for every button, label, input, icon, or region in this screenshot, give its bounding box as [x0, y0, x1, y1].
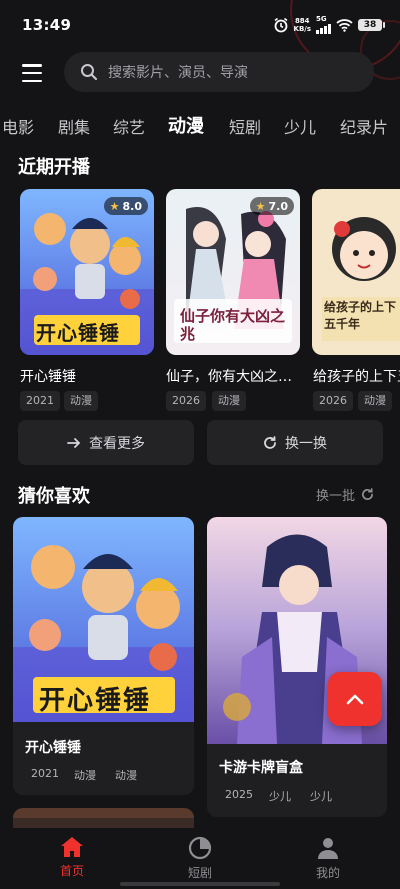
- refresh-button[interactable]: 换一换: [207, 420, 383, 465]
- change-batch-label: 换一批: [316, 489, 356, 504]
- nav-short-drama[interactable]: 短剧: [160, 836, 240, 881]
- chevron-up-icon: [346, 694, 364, 705]
- status-bar: 13:49 884 KB/s 5G 38: [0, 0, 400, 48]
- network-speed: 884 KB/s: [294, 17, 311, 33]
- view-more-button[interactable]: 查看更多: [18, 420, 194, 465]
- home-icon: [61, 837, 83, 857]
- poster-text: 仙子你有大凶之兆: [180, 307, 286, 343]
- rating-badge: ★ 8.0: [103, 197, 148, 215]
- nav-home-label: 首页: [59, 864, 84, 878]
- network-speed-unit: KB/s: [293, 24, 311, 33]
- user-icon: [318, 838, 338, 859]
- poster-text: 给孩子的上下五千年: [324, 300, 397, 331]
- change-batch-button[interactable]: 换一批: [316, 485, 374, 504]
- poster-text: 开心锤锤: [39, 686, 152, 716]
- star-icon: ★: [109, 199, 120, 213]
- refresh-icon: [264, 435, 276, 449]
- nav-profile[interactable]: 我的: [288, 836, 368, 881]
- nav-short-drama-label: 短剧: [187, 866, 212, 880]
- scroll-top-button[interactable]: [328, 672, 382, 726]
- recommend-card[interactable]: 开心锤锤 开心锤锤 2021 动漫 动漫: [13, 517, 194, 795]
- poster-card[interactable]: 仙子你有大凶之兆 ★ 7.0: [166, 189, 300, 355]
- category-tabs: 电影 剧集 综艺 动漫 短剧 少儿 纪录片: [0, 110, 400, 140]
- rating-badge: ★ 7.0: [249, 197, 294, 215]
- genre-tag: 动漫: [358, 391, 392, 411]
- home-indicator: [120, 882, 280, 886]
- status-icons: 884 KB/s 5G 38: [273, 15, 385, 34]
- genre-tag: 动漫: [74, 769, 96, 782]
- status-time: 13:49: [22, 16, 72, 34]
- bottom-nav: 首页 短剧 我的: [0, 828, 400, 889]
- signal-type: 5G: [316, 15, 327, 23]
- poster-card[interactable]: 给孩子的上下五千年: [312, 189, 400, 355]
- battery-indicator: 38: [358, 18, 385, 31]
- nav-home[interactable]: 首页: [32, 836, 112, 879]
- poster-card[interactable]: 开心锤锤 ★ 8.0: [20, 189, 154, 355]
- alarm-icon: [274, 17, 288, 32]
- search-placeholder: 搜索影片、演员、导演: [108, 65, 248, 81]
- search-input[interactable]: 搜索影片、演员、导演: [64, 52, 374, 92]
- poster-title[interactable]: 开心锤锤: [20, 366, 156, 386]
- tab-series[interactable]: 剧集: [58, 114, 90, 138]
- star-icon: ★: [255, 199, 266, 213]
- tab-variety[interactable]: 综艺: [113, 114, 145, 138]
- recommend-title: 卡游卡牌盲盒: [219, 760, 303, 776]
- section-title-recent: 近期开播: [18, 157, 90, 178]
- genre-tag: 动漫: [115, 769, 137, 782]
- tab-anime[interactable]: 动漫: [168, 112, 204, 138]
- year-tag: 2021: [31, 767, 59, 780]
- genre-tag: 少儿: [310, 790, 332, 803]
- poster-title[interactable]: 给孩子的上下五千年: [313, 366, 400, 386]
- year-tag: 2026: [166, 391, 206, 411]
- refresh-label: 换一换: [285, 435, 327, 452]
- search-icon: [81, 64, 98, 81]
- recommend-title: 开心锤锤: [25, 740, 81, 756]
- year-tag: 2025: [225, 788, 253, 801]
- recommend-card[interactable]: 卡游卡牌盲盒 2025 少儿 少儿: [207, 517, 387, 817]
- menu-icon[interactable]: [22, 64, 44, 82]
- year-tag: 2021: [20, 391, 60, 411]
- tab-movie[interactable]: 电影: [2, 114, 34, 138]
- view-more-label: 查看更多: [89, 435, 145, 452]
- refresh-icon: [362, 488, 373, 500]
- poster-title[interactable]: 仙子，你有大凶之…: [166, 366, 302, 386]
- tab-documentary[interactable]: 纪录片: [340, 114, 388, 138]
- signal-bars-icon: [316, 23, 331, 34]
- year-tag: 2026: [313, 391, 353, 411]
- nav-profile-label: 我的: [315, 866, 340, 880]
- genre-tag: 动漫: [64, 391, 98, 411]
- genre-tag: 少儿: [269, 790, 291, 803]
- arrow-right-icon: [67, 437, 81, 448]
- tab-kids[interactable]: 少儿: [284, 114, 316, 138]
- genre-tag: 动漫: [212, 391, 246, 411]
- tab-short-drama[interactable]: 短剧: [229, 114, 261, 138]
- network-speed-value: 884: [294, 16, 310, 25]
- section-title-guess: 猜你喜欢: [18, 486, 90, 507]
- wifi-icon: [336, 18, 353, 32]
- poster-text: 开心锤锤: [36, 321, 120, 345]
- rating-value: 7.0: [268, 199, 289, 213]
- pie-chart-icon: [188, 836, 212, 860]
- cell-signal: 5G: [316, 15, 331, 34]
- rating-value: 8.0: [122, 199, 143, 213]
